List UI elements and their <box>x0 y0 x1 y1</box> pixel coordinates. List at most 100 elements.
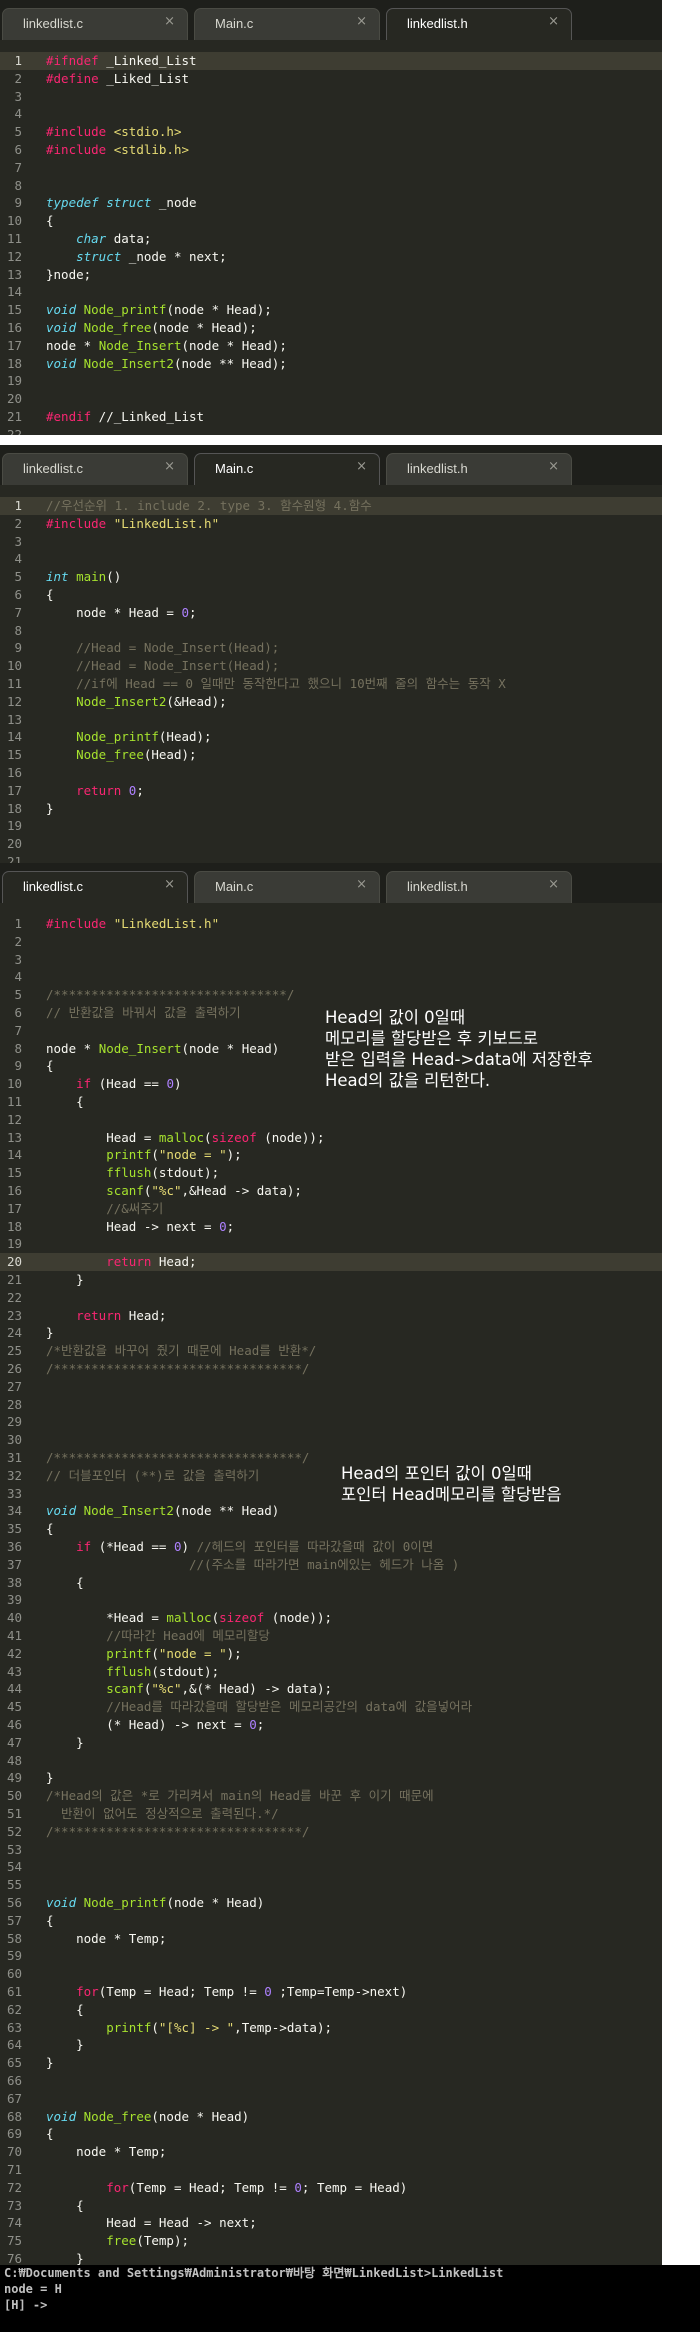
code-token: } <box>46 2251 84 2265</box>
code-token: { <box>46 1521 54 1537</box>
line-number: 21 <box>6 1272 22 1287</box>
tab-main-c[interactable]: Main.c × <box>194 8 380 40</box>
tab-linkedlist-h[interactable]: linkedlist.h × <box>386 8 572 40</box>
line-number: 40 <box>6 1610 22 1626</box>
close-icon[interactable]: × <box>164 459 175 474</box>
code-token: } <box>46 1770 54 1786</box>
code-token: ( <box>204 1129 212 1145</box>
code-line: void Node_free(node * Head) <box>46 2108 662 2126</box>
line-number: 66 <box>6 2073 22 2088</box>
line-number: 11 <box>6 231 22 246</box>
code-token: ,Temp->data); <box>234 2019 333 2035</box>
code-token: #include <box>46 515 107 531</box>
code-token: node * Temp; <box>46 1930 167 1946</box>
close-icon[interactable]: × <box>548 877 559 892</box>
code-token: 0 <box>294 2179 302 2195</box>
tab-main-c[interactable]: Main.c × <box>194 871 380 903</box>
terminal-window[interactable]: C:₩Documents and Settings₩Administrator₩… <box>0 2265 700 2332</box>
code-line: // 반환값을 바꿔서 값을 출력하기 <box>46 1004 662 1022</box>
code-token: fflush <box>106 1165 152 1181</box>
code-token: //Head = Node_Insert(Head); <box>76 640 280 656</box>
code-line: #include "LinkedList.h" <box>46 915 662 933</box>
code-line: void Node_printf(node * Head); <box>46 301 662 319</box>
code-token: struct <box>106 195 152 211</box>
code-line: }node; <box>46 266 662 284</box>
close-icon[interactable]: × <box>164 877 175 892</box>
code-line: scanf("%c",&(* Head) -> data); <box>46 1680 662 1698</box>
code-token: printf <box>106 2019 152 2035</box>
code-token: (node ** Head) <box>173 1503 280 1519</box>
tab-main-c[interactable]: Main.c × <box>194 453 380 485</box>
code-token: if <box>76 1539 92 1554</box>
line-number: 12 <box>6 248 22 264</box>
close-icon[interactable]: × <box>548 459 559 474</box>
close-icon[interactable]: × <box>548 14 559 29</box>
line-number: 32 <box>6 1467 22 1483</box>
code-token: //헤드의 포인터를 따라갔을때 값이 0이면 <box>196 1539 434 1554</box>
code-token: (node * Head); <box>166 302 272 318</box>
tab-bar: linkedlist.c × Main.c × linkedlist.h × <box>0 445 662 485</box>
tab-label: Main.c <box>215 879 254 894</box>
code-token: ) <box>173 1076 182 1092</box>
code-token: ; <box>189 604 197 620</box>
line-number: 15 <box>6 302 22 318</box>
code-line: } <box>46 2054 662 2072</box>
code-line: { <box>46 1912 662 1930</box>
code-token: } <box>46 2055 54 2071</box>
code-token: int <box>46 569 69 585</box>
code-token: ( <box>151 1147 159 1163</box>
tab-linkedlist-c[interactable]: linkedlist.c × <box>2 8 188 40</box>
line-number: 24 <box>6 1325 22 1341</box>
editor-panel-linkedlist-c: linkedlist.c × Main.c × linkedlist.h × Head… <box>0 863 662 2265</box>
code-token: "LinkedList.h" <box>113 916 220 931</box>
code-token: typedef <box>46 195 99 211</box>
code-line: 반환이 없어도 정상적으로 출력된다.*/ <box>46 1805 662 1823</box>
code-line: void Node_free(node * Head); <box>46 319 662 337</box>
line-number: 2 <box>14 515 22 531</box>
line-number: 5 <box>14 569 22 585</box>
code-token: /*반환값을 바꾸어 줬기 때문에 Head를 반환*/ <box>46 1343 317 1359</box>
code-token: "[%c] -> " <box>158 2019 235 2035</box>
code-token: (Head); <box>158 729 212 745</box>
tab-linkedlist-c[interactable]: linkedlist.c × <box>2 453 188 485</box>
close-icon[interactable]: × <box>356 459 367 474</box>
code-token: } <box>46 1325 54 1341</box>
code-token: node * <box>46 337 99 353</box>
line-number: 39 <box>6 1592 22 1608</box>
code-line: /*********************************/ <box>46 1823 662 1841</box>
code-line: } <box>46 1271 662 1289</box>
code-token: main <box>76 569 107 585</box>
code-token: scanf <box>106 1681 144 1697</box>
line-number: 8 <box>14 1040 22 1056</box>
code-token: ; Temp = Head) <box>301 2179 408 2195</box>
code-token: fflush <box>106 1663 152 1679</box>
close-icon[interactable]: × <box>356 14 367 29</box>
code-line: fflush(stdout); <box>46 1663 662 1681</box>
code-line: /*******************************/ <box>46 986 662 1004</box>
code-token: /*********************************/ <box>46 1450 310 1465</box>
code-token: /*********************************/ <box>46 1823 310 1839</box>
tab-linkedlist-h[interactable]: linkedlist.h × <box>386 871 572 903</box>
code-line: /*Head의 값은 *로 가리켜서 main의 Head를 바꾼 후 이기 때… <box>46 1787 662 1805</box>
close-icon[interactable]: × <box>164 14 175 29</box>
code-line: printf("node = "); <box>46 1146 662 1164</box>
tab-linkedlist-c[interactable]: linkedlist.c × <box>2 871 188 903</box>
tab-linkedlist-h[interactable]: linkedlist.h × <box>386 453 572 485</box>
code-token: { <box>46 1912 54 1928</box>
line-number: 1 <box>14 498 22 513</box>
line-number: 26 <box>6 1361 22 1376</box>
code-token: for <box>106 2179 129 2195</box>
close-icon[interactable]: × <box>356 877 367 892</box>
